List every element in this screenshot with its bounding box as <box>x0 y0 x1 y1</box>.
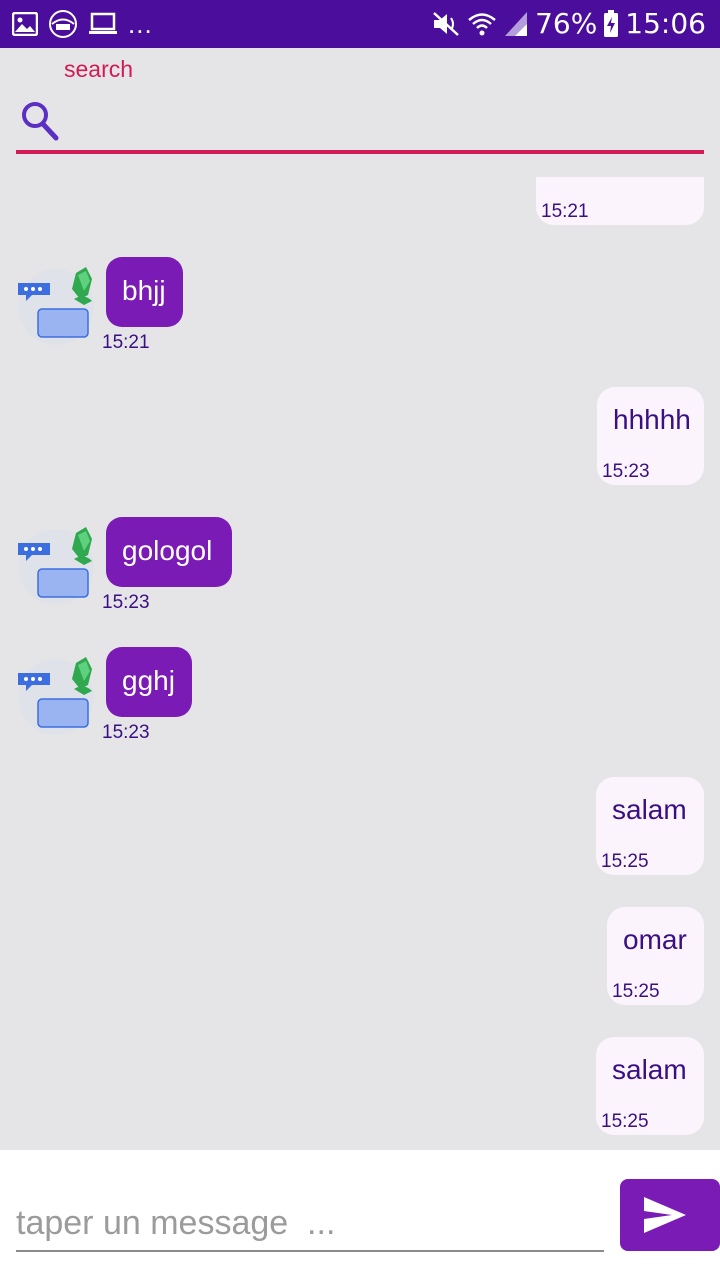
message-incoming[interactable]: gologol <box>106 517 232 587</box>
battery-percent: 76% <box>535 7 598 40</box>
laptop-icon <box>89 12 117 34</box>
message-outgoing[interactable]: salam 15:25 <box>596 1037 704 1135</box>
message-time: 15:25 <box>601 851 649 872</box>
message-text: hhhhh <box>613 404 691 435</box>
overflow-dots: ... <box>128 9 153 39</box>
message-input[interactable] <box>16 1196 604 1252</box>
message-text: gghj <box>122 665 175 696</box>
mute-icon <box>433 12 459 36</box>
message-text: omar <box>623 924 687 955</box>
image-icon <box>12 12 38 36</box>
message-time: 15:21 <box>541 201 589 222</box>
message-time: 15:23 <box>102 592 150 613</box>
message-time: 15:23 <box>102 722 150 743</box>
avatar <box>18 527 94 605</box>
avatar <box>18 267 94 345</box>
clock: 15:06 <box>625 7 706 40</box>
message-time: 15:25 <box>601 1111 649 1132</box>
signal-icon <box>505 12 528 36</box>
message-text: salam <box>612 1054 687 1085</box>
battery-icon <box>604 10 619 37</box>
status-bar: ... 76% 15:06 <box>0 0 720 48</box>
send-button[interactable] <box>620 1179 720 1251</box>
avatar <box>18 657 94 735</box>
message-incoming[interactable]: bhjj <box>106 257 183 327</box>
app-logo-icon <box>49 10 77 38</box>
search-underline <box>16 150 704 154</box>
message-text: salam <box>612 794 687 825</box>
message-time: 15:21 <box>102 332 150 353</box>
message-incoming[interactable]: gghj <box>106 647 192 717</box>
wifi-icon <box>468 13 496 36</box>
search-input[interactable] <box>72 98 692 146</box>
message-outgoing[interactable]: 15:21 <box>536 177 704 225</box>
message-time: 15:25 <box>612 981 660 1002</box>
message-text: bhjj <box>122 275 166 306</box>
send-icon <box>644 1197 686 1233</box>
message-time: 15:23 <box>602 461 650 482</box>
search-label: search <box>64 56 134 82</box>
search-icon[interactable] <box>20 100 60 142</box>
message-outgoing[interactable]: salam 15:25 <box>596 777 704 875</box>
message-text: gologol <box>122 535 213 566</box>
message-outgoing[interactable]: omar 15:25 <box>607 907 704 1005</box>
message-list[interactable]: 15:21 bhjj 15:21 hhhhh 15:23 gologol 15:… <box>0 177 720 1150</box>
message-outgoing[interactable]: hhhhh 15:23 <box>597 387 704 485</box>
